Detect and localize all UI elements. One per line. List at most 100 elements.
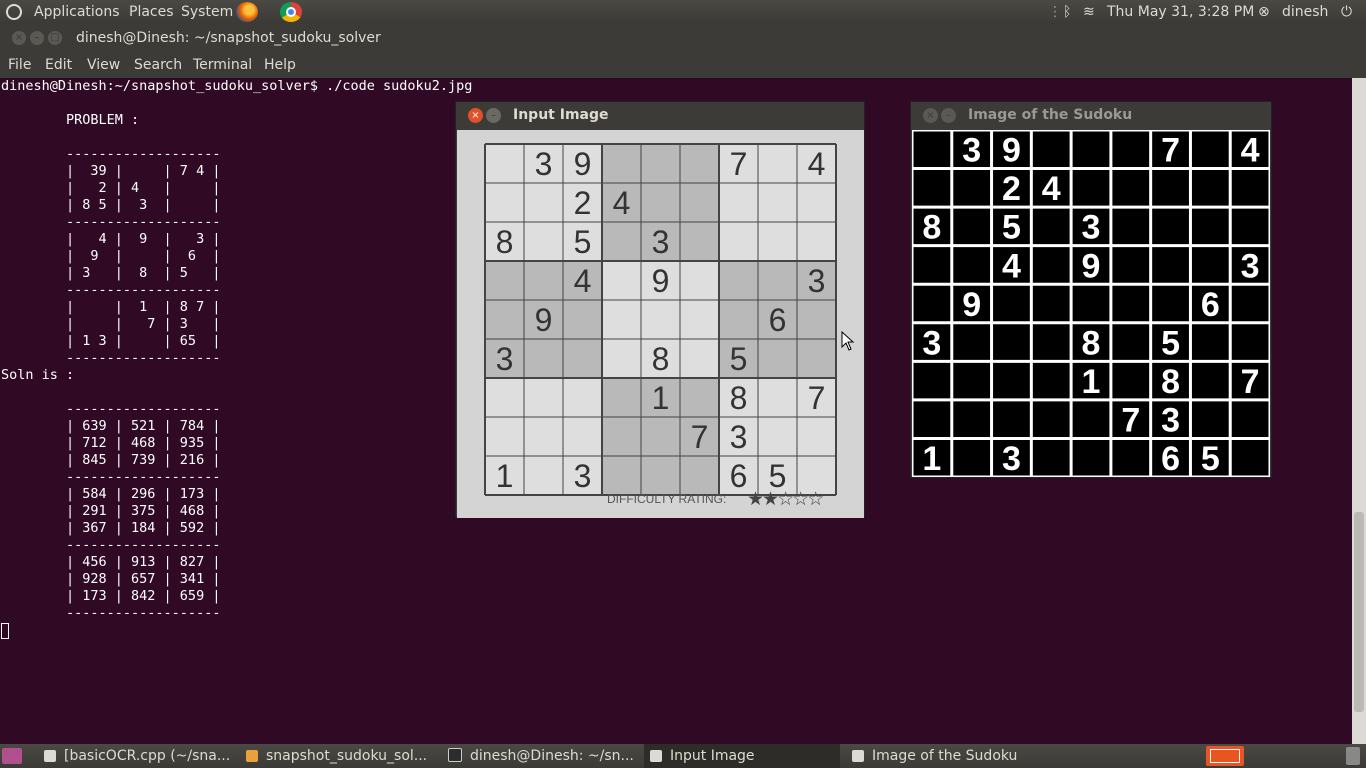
window-icon <box>650 750 662 762</box>
binary-digit: 8 <box>1161 363 1180 401</box>
input-image-window[interactable]: × – Input Image 397424853493963851877313… <box>455 101 865 518</box>
photo-cell <box>485 378 524 417</box>
taskbar-label: dinesh@Dinesh: ~/sn... <box>470 748 634 764</box>
photo-digit: 7 <box>730 146 748 182</box>
user-name[interactable]: dinesh <box>1282 0 1328 24</box>
sudoku-photo-svg: 3 9 7 42 48 5 34 9 39 63 8 51 8 77 31 3 6 5 <box>457 130 864 518</box>
photo-cell <box>602 144 641 183</box>
sudoku-photo: 39742485349396385187731365 DIFFICULTY RA… <box>457 130 864 518</box>
photo-cell <box>758 183 797 222</box>
photo-cell <box>758 417 797 456</box>
bluetooth-icon[interactable]: ᛒ <box>1063 0 1071 24</box>
trash-icon[interactable] <box>1346 747 1360 765</box>
menu-help[interactable]: Help <box>264 52 296 78</box>
terminal-menubar: File Edit View Search Terminal Help <box>0 52 1366 78</box>
binary-digit: 7 <box>1121 402 1140 440</box>
taskbar-item-sudoku-image[interactable]: Image of the Sudoku <box>846 744 1042 768</box>
bottom-panel: [basicOCR.cpp (~/sna... snapshot_sudoku_… <box>0 744 1366 768</box>
photo-cell <box>758 261 797 300</box>
photo-cell <box>641 456 680 495</box>
photo-cell <box>719 222 758 261</box>
taskbar-label: Image of the Sudoku <box>872 748 1018 764</box>
difficulty-stars: ★★☆☆☆ <box>747 488 824 510</box>
menu-search[interactable]: Search <box>134 52 182 78</box>
photo-digit: 1 <box>496 458 514 494</box>
photo-digit: 3 <box>808 263 826 299</box>
menu-edit[interactable]: Edit <box>45 52 72 78</box>
text-editor-icon <box>44 750 56 762</box>
clock[interactable]: Thu May 31, 3:28 PM <box>1107 0 1254 24</box>
taskbar-item-editor[interactable]: [basicOCR.cpp (~/sna... <box>38 744 234 768</box>
text-cursor <box>1 623 9 639</box>
photo-cell <box>524 417 563 456</box>
menu-terminal[interactable]: Terminal <box>193 52 252 78</box>
binary-digit: 9 <box>962 286 981 324</box>
photo-cell <box>680 339 719 378</box>
difficulty-label: DIFFICULTY RATING: <box>607 492 727 506</box>
photo-cell <box>641 183 680 222</box>
places-menu[interactable]: Places <box>129 0 174 24</box>
minimize-icon[interactable]: – <box>30 31 44 45</box>
wifi-icon[interactable]: ≋ <box>1083 0 1095 24</box>
minimize-icon[interactable]: – <box>486 108 501 123</box>
ubuntu-logo-icon[interactable] <box>6 4 22 20</box>
terminal-scrollbar[interactable] <box>1352 78 1366 744</box>
system-menu[interactable]: System <box>181 0 233 24</box>
binary-digit: 6 <box>1201 286 1220 324</box>
taskbar-item-input-image[interactable]: Input Image <box>644 744 840 768</box>
binary-digit: 3 <box>1241 247 1260 285</box>
photo-digit: 3 <box>535 146 553 182</box>
close-icon[interactable]: × <box>12 31 26 45</box>
binary-digit: 7 <box>1161 132 1180 170</box>
taskbar-label: [basicOCR.cpp (~/sna... <box>64 748 231 764</box>
show-desktop-icon[interactable] <box>2 748 22 764</box>
binary-digit: 3 <box>962 132 981 170</box>
photo-cell <box>602 417 641 456</box>
power-icon[interactable]: ⏻ <box>1341 0 1352 24</box>
binary-digit: 3 <box>922 324 941 362</box>
minimize-icon[interactable]: – <box>941 108 956 123</box>
taskbar-item-folder[interactable]: snapshot_sudoku_sol... <box>240 744 436 768</box>
photo-digit: 3 <box>496 341 514 377</box>
workspace-switcher-icon[interactable] <box>1206 746 1244 766</box>
photo-cell <box>680 222 719 261</box>
photo-digit: 2 <box>574 185 592 221</box>
photo-cell <box>758 378 797 417</box>
folder-icon <box>246 750 258 762</box>
photo-cell <box>680 261 719 300</box>
photo-cell <box>563 300 602 339</box>
photo-cell <box>563 378 602 417</box>
binary-digit: 3 <box>1161 402 1180 440</box>
sudoku-image-window[interactable]: × – Image of the Sudoku 3974248534939638… <box>910 101 1272 479</box>
applications-menu[interactable]: Applications <box>34 0 120 24</box>
scrollbar-thumb[interactable] <box>1354 512 1364 712</box>
photo-cell <box>524 378 563 417</box>
photo-cell <box>485 417 524 456</box>
photo-cell <box>602 456 641 495</box>
close-icon[interactable]: × <box>468 108 483 123</box>
taskbar-item-terminal[interactable]: dinesh@Dinesh: ~/sn... <box>442 744 638 768</box>
photo-cell <box>485 300 524 339</box>
envelope-icon[interactable]: ⋮ <box>1048 0 1062 24</box>
photo-cell <box>719 261 758 300</box>
photo-digit: 8 <box>652 341 670 377</box>
photo-digit: 7 <box>691 419 709 455</box>
chrome-launcher-icon[interactable] <box>280 2 302 22</box>
photo-digit: 9 <box>652 263 670 299</box>
photo-cell <box>680 144 719 183</box>
photo-digit: 1 <box>652 380 670 416</box>
photo-cell <box>797 417 836 456</box>
photo-cell <box>719 183 758 222</box>
taskbar-label: Input Image <box>670 748 755 764</box>
photo-cell <box>758 222 797 261</box>
terminal-icon <box>448 748 462 762</box>
firefox-launcher-icon[interactable] <box>236 2 258 22</box>
user-status-icon[interactable]: ⊗ <box>1258 0 1270 24</box>
photo-digit: 4 <box>613 185 631 221</box>
close-icon[interactable]: × <box>923 108 938 123</box>
terminal-titlebar[interactable]: × – □ dinesh@Dinesh: ~/snapshot_sudoku_s… <box>0 24 1366 52</box>
maximize-icon[interactable]: □ <box>48 31 62 45</box>
menu-view[interactable]: View <box>87 52 120 78</box>
photo-digit: 8 <box>730 380 748 416</box>
menu-file[interactable]: File <box>8 52 31 78</box>
